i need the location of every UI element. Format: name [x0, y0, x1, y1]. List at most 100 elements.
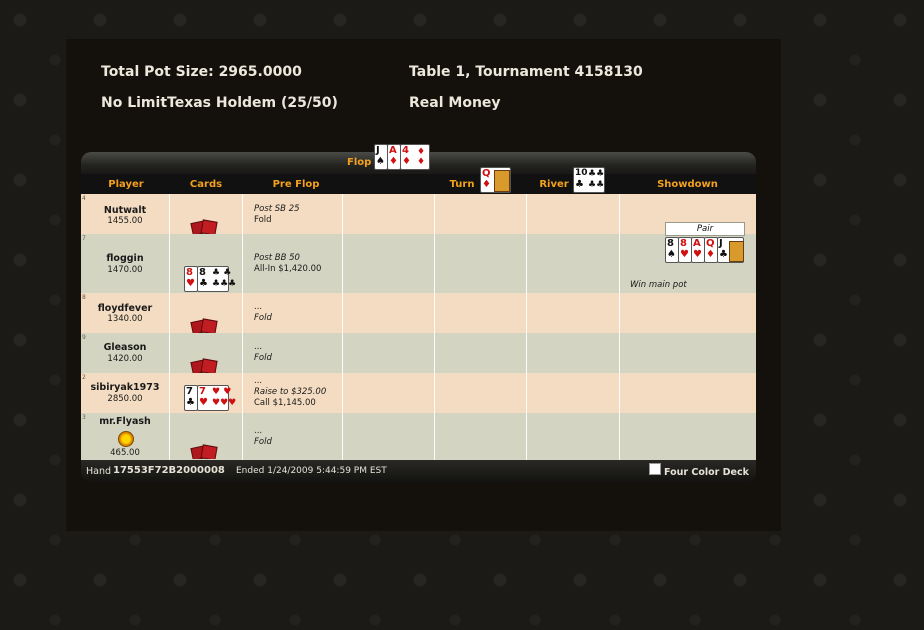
hand-ended: Ended 1/24/2009 5:44:59 PM EST	[236, 466, 387, 476]
player-name: mr.Flyash	[99, 416, 151, 427]
column-divider	[619, 194, 620, 460]
clubs-icon: ♣ ♣ ♣♣♣	[212, 268, 237, 289]
game-type: No LimitTexas Holdem (25/50)	[101, 95, 338, 111]
table-info: Table 1, Tournament 4158130	[409, 64, 643, 80]
four-color-label[interactable]: Four Color Deck	[664, 467, 749, 478]
col-cards: Cards	[189, 179, 223, 190]
card-rank: J	[719, 238, 723, 249]
card-suit: ♠	[376, 156, 385, 167]
hole-card: 7 ♣	[184, 385, 198, 411]
table-row	[81, 373, 756, 413]
preflop-action: All-In $1,420.00	[254, 264, 322, 274]
card-suit: ♥	[186, 278, 195, 289]
hearts-icon: ♥ ♥ ♥♥♥	[212, 387, 237, 408]
seat-number: 8	[82, 294, 86, 301]
player-name: Gleason	[103, 342, 147, 353]
preflop-action: Fold	[254, 353, 272, 363]
table-row	[81, 293, 756, 333]
card-rank: A	[693, 238, 701, 249]
card-rank: 8	[199, 267, 206, 278]
card-rank: 8	[667, 238, 674, 249]
card-rank: Q	[482, 168, 491, 179]
card-suit: ♣	[575, 179, 584, 190]
queen-face-icon	[494, 170, 510, 192]
hole-card: 8 ♥	[184, 266, 198, 292]
preflop-action: ...	[254, 342, 263, 352]
seat-number: 7	[82, 235, 86, 242]
card-suit: ♣	[199, 278, 208, 289]
card-suit: ♣	[719, 249, 728, 260]
table-row	[81, 413, 756, 460]
card-suit: ♦	[482, 179, 491, 190]
card-rank: 7	[186, 386, 193, 397]
card-suit: ♥	[199, 397, 208, 408]
hand-id: 17553F72B2000008	[113, 465, 225, 476]
seat-number: 9	[82, 334, 86, 341]
showdown-card: Q ♦	[704, 237, 718, 263]
table-row	[81, 333, 756, 373]
showdown-card: A ♥	[691, 237, 705, 263]
card-back-icon	[190, 219, 218, 234]
money-type: Real Money	[409, 95, 501, 111]
card-suit: ♥	[693, 249, 702, 260]
four-color-checkbox[interactable]	[649, 463, 661, 475]
column-divider	[242, 194, 243, 460]
player-chips: 1340.00	[107, 314, 143, 324]
card-rank: Q	[706, 238, 715, 249]
flop-card: 4 ♦ ♦ ♦	[400, 144, 430, 170]
card-suit: ♠	[667, 249, 676, 260]
hole-card: 8 ♣ ♣ ♣ ♣♣♣	[197, 266, 236, 292]
column-divider	[342, 194, 343, 460]
hand-table: Flop Player Cards Pre Flop Turn River Sh…	[81, 144, 756, 482]
card-rank: J	[376, 145, 380, 156]
showdown-card: 8 ♠	[665, 237, 679, 263]
diamonds-icon: ♦ ♦	[417, 147, 426, 167]
column-divider	[526, 194, 527, 460]
turn-card: Q ♦	[480, 167, 511, 193]
table-row	[81, 194, 756, 234]
card-rank: 7	[199, 386, 206, 397]
player-chips: 465.00	[110, 448, 140, 458]
player-name: sibiryak1973	[90, 382, 160, 393]
player-chips: 1420.00	[107, 354, 143, 364]
player-chips: 1470.00	[107, 265, 143, 275]
card-suit: ♦	[389, 156, 398, 167]
showdown-result: Win main pot	[630, 280, 687, 290]
card-rank: 8	[186, 267, 193, 278]
card-suit: ♦	[706, 249, 715, 260]
player-name: floggin	[106, 253, 144, 264]
player-name: Nutwalt	[103, 205, 147, 216]
pot-size: Total Pot Size: 2965.0000	[101, 64, 302, 80]
flop-label: Flop	[347, 157, 372, 168]
card-suit: ♣	[186, 397, 195, 408]
hole-card: 7 ♥ ♥ ♥ ♥♥♥	[197, 385, 236, 411]
showdown-card: J ♣	[717, 237, 744, 263]
col-river: River	[539, 179, 569, 190]
col-preflop: Pre Flop	[272, 179, 320, 190]
card-rank: 8	[680, 238, 687, 249]
card-suit: ♦	[402, 156, 411, 167]
clubs-icon: ♣♣ ♣♣	[588, 169, 605, 190]
preflop-action: Fold	[254, 313, 272, 323]
col-showdown: Showdown	[657, 179, 718, 190]
flop-card: A ♦	[387, 144, 401, 170]
preflop-action: Raise to $325.00	[254, 387, 327, 397]
card-back-icon	[190, 444, 218, 459]
preflop-action: ...	[254, 302, 263, 312]
dealer-badge-icon	[118, 431, 134, 447]
table-footer: Hand 17553F72B2000008 Ended 1/24/2009 5:…	[81, 460, 756, 482]
card-rank: 10	[575, 168, 588, 178]
col-turn: Turn	[449, 179, 475, 190]
card-suit: ♥	[680, 249, 689, 260]
seat-number: 4	[82, 195, 86, 202]
player-name: floydfever	[97, 303, 153, 314]
preflop-action: Fold	[254, 437, 272, 447]
preflop-action: ...	[254, 376, 263, 386]
showdown-card: 8 ♥	[678, 237, 692, 263]
preflop-action: Post SB 25	[254, 204, 300, 214]
preflop-action: Call $1,145.00	[254, 398, 316, 408]
flop-card: J ♠	[374, 144, 388, 170]
card-rank: A	[389, 145, 397, 156]
hand-label: Hand	[86, 466, 112, 477]
column-divider	[434, 194, 435, 460]
